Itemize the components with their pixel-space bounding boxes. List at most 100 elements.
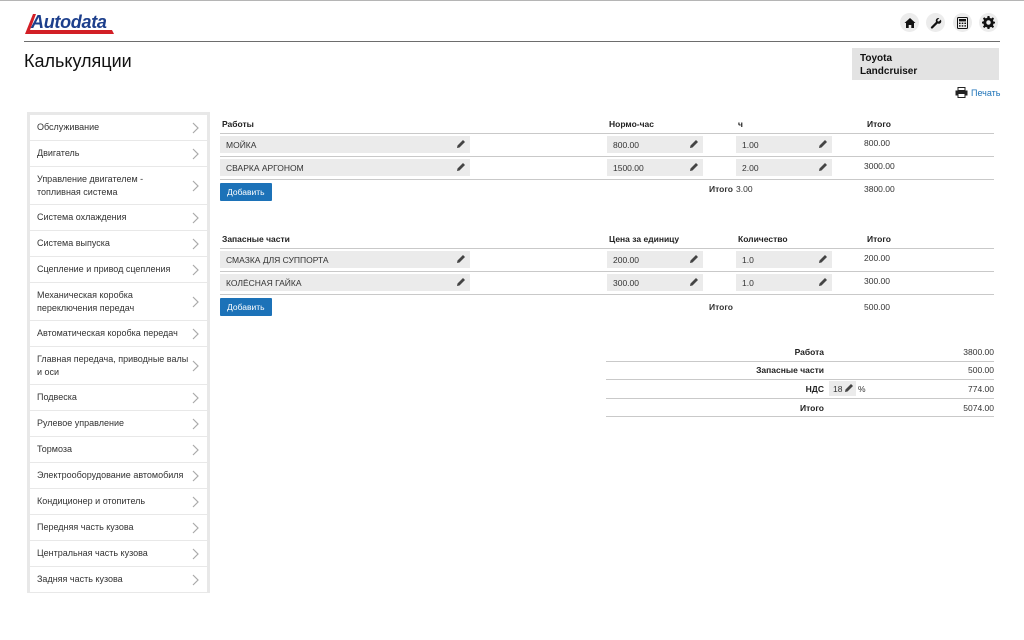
sidebar-item-brakes[interactable]: Тормоза	[30, 437, 207, 462]
sidebar-item-exhaust[interactable]: Система выпуска	[30, 231, 207, 256]
sidebar-item-label: Подвеска	[37, 392, 77, 402]
chevron-right-icon	[192, 238, 199, 249]
sidebar-item-central-body[interactable]: Центральная часть кузова	[30, 541, 207, 566]
sidebar-item-steering[interactable]: Рулевое управление	[30, 411, 207, 436]
pencil-icon[interactable]	[456, 254, 466, 264]
sidebar-item-label: Сцепление и привод сцепления	[37, 264, 171, 274]
part-price-field[interactable]: 300.00	[607, 274, 703, 291]
pencil-icon[interactable]	[818, 277, 828, 287]
add-part-button[interactable]: Добавить	[220, 298, 272, 316]
part-qty-field[interactable]: 1.0	[736, 274, 832, 291]
labor-hours-field[interactable]: 2.00	[736, 159, 832, 176]
vehicle-info: Toyota Landcruiser	[852, 48, 999, 80]
vehicle-model: Landcruiser	[860, 66, 918, 77]
summary-labor-value: 3800.00	[963, 347, 994, 357]
summary-vat-value: 774.00	[968, 384, 994, 394]
labor-total-value: 3800.00	[864, 184, 895, 194]
sidebar-item-engine-management[interactable]: Управление двигателем - топливная систем…	[30, 167, 207, 204]
part-qty-field[interactable]: 1.0	[736, 251, 832, 268]
summary-divider	[606, 379, 994, 380]
summary-parts-label: Запасные части	[756, 365, 824, 375]
chevron-right-icon	[192, 328, 199, 339]
pencil-icon[interactable]	[818, 139, 828, 149]
labor-header-work: Работы	[222, 119, 254, 129]
pencil-icon[interactable]	[689, 139, 699, 149]
sidebar-item-clutch[interactable]: Сцепление и привод сцепления	[30, 257, 207, 282]
sidebar-item-label: Автоматическая коробка передач	[37, 328, 178, 338]
sidebar-item-label: Система выпуска	[37, 238, 110, 248]
labor-header-total: Итого	[867, 119, 891, 129]
field-value: 300.00	[613, 277, 639, 288]
chevron-right-icon	[192, 444, 199, 455]
home-icon[interactable]	[900, 13, 919, 32]
pencil-icon[interactable]	[689, 277, 699, 287]
pencil-icon[interactable]	[844, 383, 854, 393]
summary-divider	[606, 361, 994, 362]
sidebar-item-air-conditioning[interactable]: Кондиционер и отопитель	[30, 489, 207, 514]
sidebar-item-final-drive[interactable]: Главная передача, приводные валы и оси	[30, 347, 207, 384]
field-value: СМАЗКА ДЛЯ СУППОРТА	[226, 254, 329, 265]
sidebar-item-engine[interactable]: Двигатель	[30, 141, 207, 166]
page-title: Калькуляции	[24, 51, 132, 71]
pencil-icon[interactable]	[689, 162, 699, 172]
sidebar-item-electrical[interactable]: Электрооборудование автомобиля	[30, 463, 207, 488]
row-divider	[220, 294, 994, 295]
sidebar-item-suspension[interactable]: Подвеска	[30, 385, 207, 410]
field-value: 200.00	[613, 254, 639, 265]
labor-hours-field[interactable]: 1.00	[736, 136, 832, 153]
labor-header-rate: Нормо-час	[609, 119, 654, 129]
pencil-icon[interactable]	[818, 162, 828, 172]
labor-row-total: 800.00	[864, 138, 890, 148]
parts-header-qty: Количество	[738, 234, 788, 244]
sidebar-item-manual-gearbox[interactable]: Механическая коробка переключения переда…	[30, 283, 207, 320]
calculator-icon[interactable]	[953, 13, 972, 32]
labor-header-hours: ч	[738, 119, 743, 129]
sidebar-item-label: Тормоза	[37, 444, 73, 454]
labor-rate-field[interactable]: 800.00	[607, 136, 703, 153]
autodata-logo[interactable]: Autodata	[24, 10, 116, 36]
labor-total-label: Итого	[709, 184, 733, 194]
summary-divider	[606, 398, 994, 399]
labor-name-field[interactable]: МОЙКА	[220, 136, 470, 153]
sidebar-item-label: Задняя часть кузова	[37, 574, 123, 584]
sidebar-item-automatic-gearbox[interactable]: Автоматическая коробка передач	[30, 321, 207, 346]
chevron-right-icon	[192, 180, 199, 191]
summary-divider	[606, 416, 994, 417]
sidebar-item-rear-body[interactable]: Задняя часть кузова	[30, 567, 207, 592]
pencil-icon[interactable]	[456, 139, 466, 149]
sidebar-item-label: Механическая коробка переключения переда…	[37, 289, 135, 313]
part-name-field[interactable]: СМАЗКА ДЛЯ СУППОРТА	[220, 251, 470, 268]
sidebar-item-front-body[interactable]: Передняя часть кузова	[30, 515, 207, 540]
labor-name-field[interactable]: СВАРКА АРГОНОМ	[220, 159, 470, 176]
field-value: СВАРКА АРГОНОМ	[226, 162, 304, 173]
vat-rate-field[interactable]: 18	[829, 381, 856, 396]
add-labor-button[interactable]: Добавить	[220, 183, 272, 201]
gear-icon[interactable]	[979, 13, 998, 32]
pencil-icon[interactable]	[456, 162, 466, 172]
field-value: 800.00	[613, 139, 639, 150]
parts-header-part: Запасные части	[222, 234, 290, 244]
part-name-field[interactable]: КОЛЁСНАЯ ГАЙКА	[220, 274, 470, 291]
labor-rate-field[interactable]: 1500.00	[607, 159, 703, 176]
field-value: 18	[833, 383, 843, 394]
pencil-icon[interactable]	[456, 277, 466, 287]
sidebar-item-label: Главная передача, приводные валы и оси	[37, 353, 189, 377]
parts-total-value: 500.00	[864, 302, 890, 312]
vehicle-make: Toyota	[860, 53, 893, 64]
pencil-icon[interactable]	[818, 254, 828, 264]
chevron-right-icon	[192, 122, 199, 133]
chevron-right-icon	[192, 548, 199, 559]
sidebar-item-service[interactable]: Обслуживание	[30, 115, 207, 140]
row-divider	[220, 179, 994, 180]
labor-row-total: 3000.00	[864, 161, 895, 171]
sidebar-item-label: Электрооборудование автомобиля	[37, 470, 184, 480]
chevron-right-icon	[192, 470, 199, 481]
part-price-field[interactable]: 200.00	[607, 251, 703, 268]
chevron-right-icon	[192, 296, 199, 307]
print-button[interactable]: Печать	[955, 87, 1000, 98]
pencil-icon[interactable]	[689, 254, 699, 264]
wrench-icon[interactable]	[926, 13, 945, 32]
summary-total-value: 5074.00	[963, 403, 994, 413]
sidebar-item-cooling[interactable]: Система охлаждения	[30, 205, 207, 230]
sidebar: Обслуживание Двигатель Управление двигат…	[27, 112, 210, 593]
